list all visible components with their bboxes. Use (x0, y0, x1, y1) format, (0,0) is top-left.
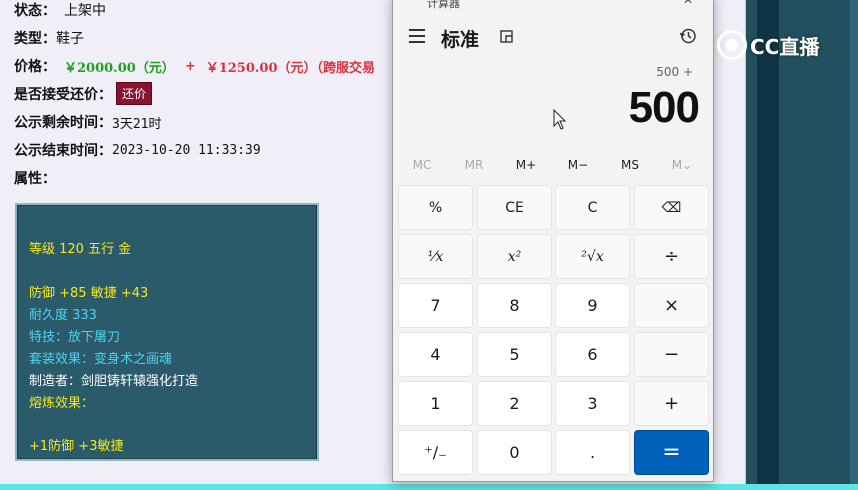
price-plus: + (184, 58, 196, 74)
percent-button[interactable]: % (398, 185, 473, 230)
price-cross-server: ￥1250.00（元）（跨服交易 (205, 60, 376, 76)
expression-display: 500 + (656, 65, 693, 79)
attr-level: 等级 120 五行 金 (29, 242, 132, 257)
status-row: 状态： 上架中 (14, 0, 106, 20)
bottom-border (0, 484, 858, 490)
digit-0-button[interactable]: 0 (477, 430, 552, 475)
digit-8-button[interactable]: 8 (477, 283, 552, 328)
clear-entry-button[interactable]: CE (477, 185, 552, 230)
attr-refine-value: +1防御 +3敏捷 (29, 439, 124, 454)
attr-defense: 防御 +85 敏捷 +43 (29, 286, 149, 301)
memory-row: MC MR M+ M− MS M⌄ (393, 158, 713, 180)
memory-clear-button[interactable]: MC (398, 158, 446, 172)
memory-subtract-button[interactable]: M− (554, 158, 602, 172)
minus-button[interactable]: − (634, 332, 709, 377)
counter-offer-button[interactable]: 还价 (116, 82, 153, 105)
equals-button[interactable]: = (634, 430, 709, 475)
type-value: 鞋子 (56, 31, 84, 47)
digit-5-button[interactable]: 5 (477, 332, 552, 377)
remain-time-value: 3天21时 (112, 116, 162, 132)
end-time-value: 2023-10-20 11:33:39 (112, 142, 261, 158)
attributes-row: 属性： (14, 168, 56, 188)
end-time-row: 公示结束时间： 2023-10-20 11:33:39 (14, 140, 261, 160)
cc-logo-text: CC直播 (750, 34, 820, 59)
digit-2-button[interactable]: 2 (477, 381, 552, 426)
square-button[interactable]: x² (477, 234, 552, 279)
calculator-mode-title: 标准 (441, 29, 480, 51)
reciprocal-button[interactable]: ⅟x (398, 234, 473, 279)
plus-button[interactable]: + (634, 381, 709, 426)
result-display: 500 (628, 83, 700, 132)
menu-icon[interactable] (409, 29, 425, 43)
cc-live-logo: CC直播 (717, 30, 819, 60)
stream-stripe (757, 0, 779, 490)
digit-3-button[interactable]: 3 (555, 381, 630, 426)
attr-skill: 特技：放下屠刀 (29, 330, 121, 345)
memory-recall-button[interactable]: MR (450, 158, 498, 172)
digit-9-button[interactable]: 9 (555, 283, 630, 328)
backspace-button[interactable]: ⌫ (634, 185, 709, 230)
digit-7-button[interactable]: 7 (398, 283, 473, 328)
history-icon[interactable] (679, 27, 697, 50)
end-time-label: 公示结束时间： (14, 143, 112, 159)
status-label: 状态： (14, 3, 56, 19)
type-row: 类型： 鞋子 (14, 28, 84, 48)
attr-durability: 耐久度 333 (29, 308, 97, 323)
price-row: 价格： ￥2000.00（元） + ￥1250.00（元）（跨服交易 (14, 56, 375, 76)
digit-4-button[interactable]: 4 (398, 332, 473, 377)
status-value: 上架中 (64, 3, 106, 19)
remain-time-label: 公示剩余时间： (14, 115, 112, 131)
attributes-panel: 等级 120 五行 金 防御 +85 敏捷 +43 耐久度 333 特技：放下屠… (15, 203, 319, 461)
mouse-cursor-icon (553, 109, 567, 130)
cc-logo-icon (717, 30, 747, 60)
clear-button[interactable]: C (555, 185, 630, 230)
attributes-label: 属性： (14, 171, 56, 187)
digit-6-button[interactable]: 6 (555, 332, 630, 377)
price-label: 价格： (14, 59, 56, 75)
calculator-window: 计算器 ✕ 标准 500 + 500 MC MR M+ M− MS M⌄ % C… (392, 0, 714, 482)
calculator-title: 计算器 (427, 0, 460, 10)
memory-add-button[interactable]: M+ (502, 158, 550, 172)
calculator-titlebar[interactable]: 计算器 ✕ (393, 0, 713, 10)
decimal-button[interactable]: . (555, 430, 630, 475)
keep-on-top-icon[interactable] (499, 29, 515, 49)
price-main: ￥2000.00（元） (64, 60, 175, 76)
digit-1-button[interactable]: 1 (398, 381, 473, 426)
counter-offer-row: 是否接受还价： 还价 (14, 82, 153, 105)
multiply-button[interactable]: × (634, 283, 709, 328)
memory-list-button[interactable]: M⌄ (658, 158, 706, 172)
negate-button[interactable]: ⁺∕₋ (398, 430, 473, 475)
attr-refine-label: 熔炼效果： (29, 396, 95, 411)
counter-offer-label: 是否接受还价： (14, 86, 112, 103)
close-icon[interactable]: ✕ (683, 0, 693, 7)
stream-edge (850, 0, 858, 490)
memory-store-button[interactable]: MS (606, 158, 654, 172)
type-label: 类型： (14, 31, 56, 47)
attr-maker: 制造者：剑胆铸轩辕强化打造 (29, 374, 199, 389)
divide-button[interactable]: ÷ (634, 234, 709, 279)
attr-set-effect: 套装效果：变身术之画魂 (29, 352, 173, 367)
square-root-button[interactable]: ²√x (555, 234, 630, 279)
remain-time-row: 公示剩余时间： 3天21时 (14, 112, 161, 132)
